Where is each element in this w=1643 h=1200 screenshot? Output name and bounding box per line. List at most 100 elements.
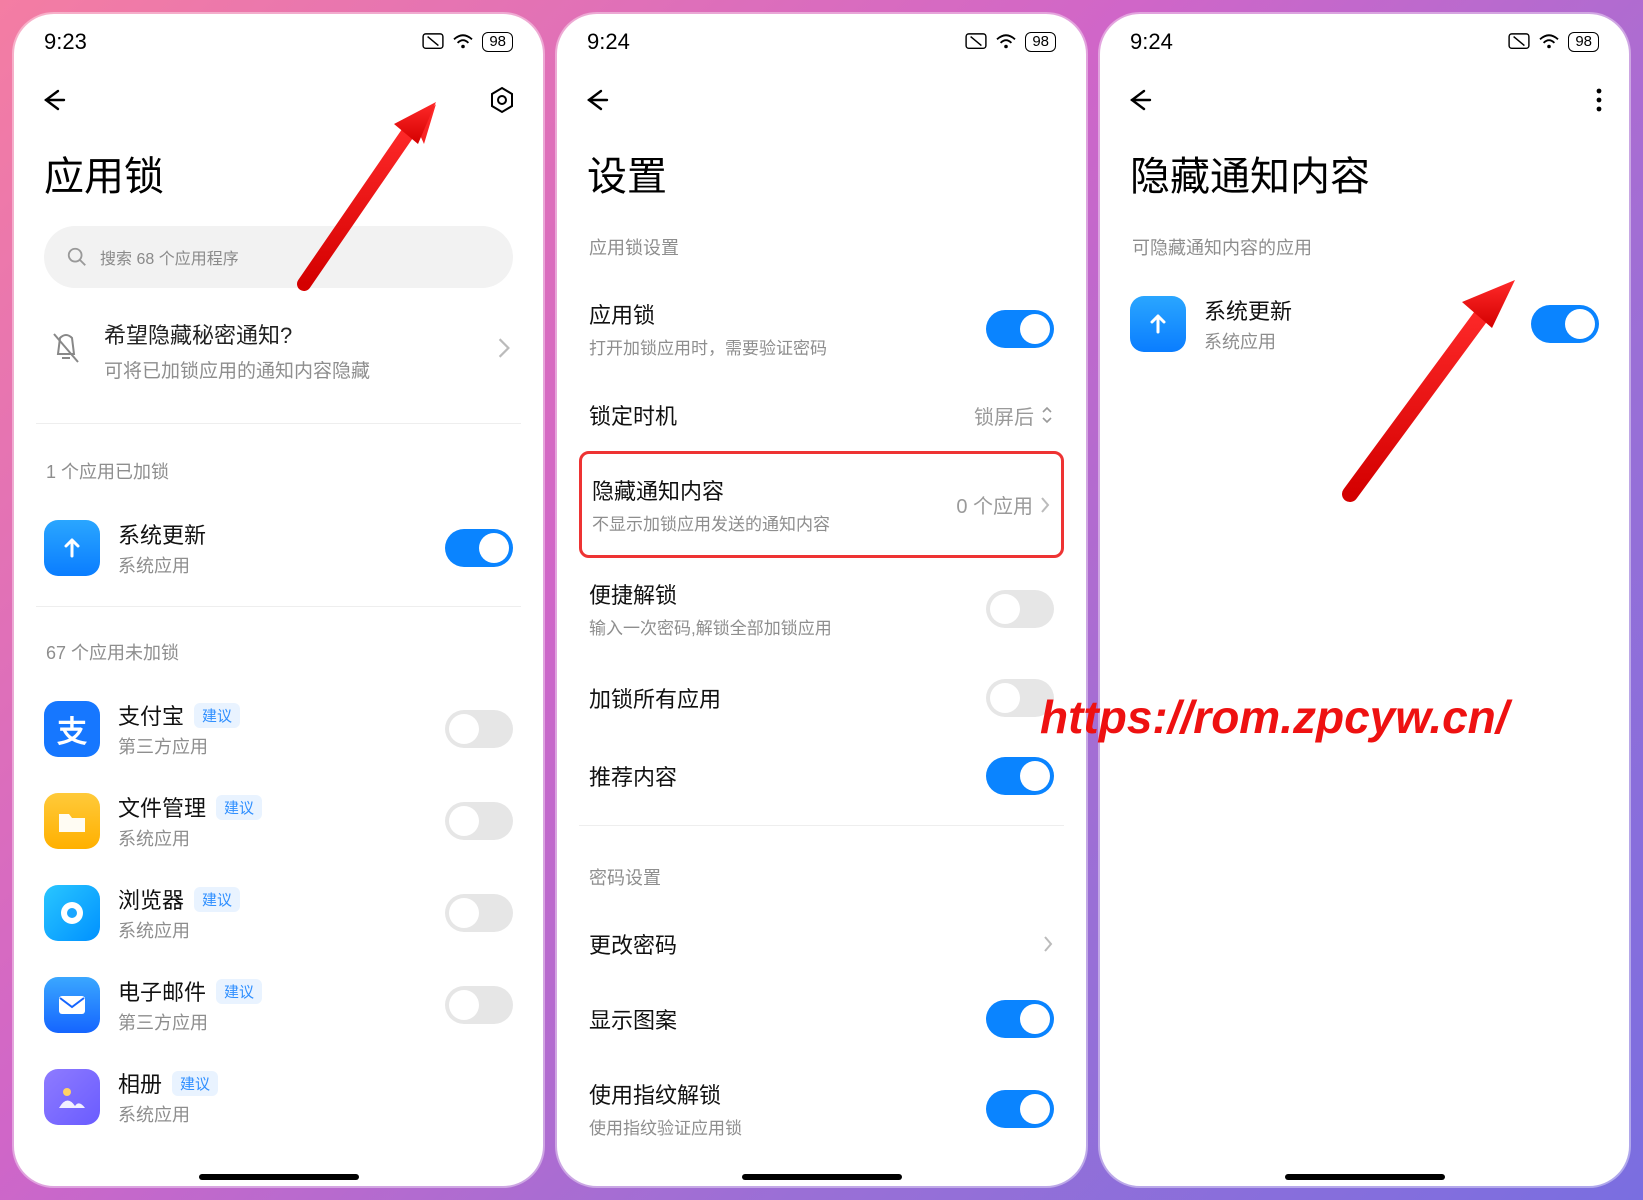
setting-changepwd[interactable]: 更改密码 [579, 908, 1064, 980]
setting-hide-care[interactable]: 隐藏通知内容 不显示加锁应用发送的通知内容 0 个应用 [582, 454, 1061, 555]
back-button[interactable] [1126, 88, 1154, 112]
setting-recommend[interactable]: 推荐内容 [579, 737, 1064, 826]
app-name: 系统更新 [1204, 294, 1292, 326]
app-icon-browser [44, 885, 100, 941]
setting-showpattern[interactable]: 显示图案 [579, 980, 1064, 1058]
no-sim-icon [422, 33, 444, 51]
app-name: 相册 [118, 1067, 162, 1099]
app-subtitle: 系统应用 [118, 1101, 513, 1127]
app-icon-files [44, 793, 100, 849]
password-settings-label: 密码设置 [579, 856, 1064, 908]
phone-screen-1: 9:23 98 应用锁 搜索 68 个应用程序 希望隐藏秘密通知? 可将已加锁应… [14, 14, 543, 1186]
suggest-badge: 建议 [194, 887, 240, 912]
toggle-mail[interactable] [445, 986, 513, 1024]
setting-quickunlock[interactable]: 便捷解锁 输入一次密码,解锁全部加锁应用 [579, 558, 1064, 659]
toggle-quickunlock[interactable] [986, 590, 1054, 628]
setting-title: 锁定时机 [589, 399, 960, 431]
setting-subtitle: 使用指纹验证应用锁 [589, 1114, 972, 1139]
toggle-files[interactable] [445, 802, 513, 840]
wifi-icon [995, 33, 1017, 51]
setting-subtitle: 打开加锁应用时，需要验证密码 [589, 334, 972, 359]
notice-title: 希望隐藏秘密通知? [104, 318, 479, 350]
status-icons: 98 [1508, 32, 1599, 52]
app-icon-system-update [44, 520, 100, 576]
toggle-system-update[interactable] [445, 529, 513, 567]
suggest-badge: 建议 [172, 1071, 218, 1096]
applock-settings-label: 应用锁设置 [579, 226, 1064, 278]
setting-title: 应用锁 [589, 298, 972, 330]
gear-icon[interactable] [487, 85, 517, 115]
setting-value: 0 个应用 [956, 490, 1051, 519]
page-title: 设置 [557, 130, 1086, 226]
chevron-right-icon [497, 337, 511, 364]
status-bar: 9:24 98 [1100, 14, 1629, 70]
back-button[interactable] [40, 88, 68, 112]
app-row-photos[interactable]: 相册建议 系统应用 [36, 1051, 521, 1143]
setting-applock[interactable]: 应用锁 打开加锁应用时，需要验证密码 [579, 278, 1064, 379]
more-icon[interactable] [1595, 87, 1603, 113]
gesture-bar [199, 1174, 359, 1180]
setting-title: 加锁所有应用 [589, 682, 972, 714]
app-subtitle: 系统应用 [118, 825, 427, 851]
suggest-badge: 建议 [194, 703, 240, 728]
toggle-lockall[interactable] [986, 679, 1054, 717]
setting-title: 隐藏通知内容 [592, 474, 942, 506]
phone-screen-2: 9:24 98 设置 应用锁设置 应用锁 打开加锁应用时，需要验证密码 锁定时机 [557, 14, 1086, 1186]
app-row-alipay[interactable]: 支 支付宝建议 第三方应用 [36, 683, 521, 775]
status-icons: 98 [422, 32, 513, 52]
app-row-browser[interactable]: 浏览器建议 系统应用 [36, 867, 521, 959]
search-icon [66, 246, 88, 268]
setting-lockall[interactable]: 加锁所有应用 [579, 659, 1064, 737]
app-subtitle: 第三方应用 [118, 733, 427, 759]
setting-title: 便捷解锁 [589, 578, 972, 610]
toggle-recommend[interactable] [986, 757, 1054, 795]
app-icon-system-update [1130, 296, 1186, 352]
wifi-icon [452, 33, 474, 51]
toggle-applock[interactable] [986, 310, 1054, 348]
app-row-mail[interactable]: 电子邮件建议 第三方应用 [36, 959, 521, 1051]
back-button[interactable] [583, 88, 611, 112]
setting-subtitle: 不显示加锁应用发送的通知内容 [592, 510, 942, 535]
no-sim-icon [1508, 33, 1530, 51]
page-title: 隐藏通知内容 [1100, 130, 1629, 226]
setting-value: 锁屏后 [974, 401, 1054, 430]
toggle-fingerprint[interactable] [986, 1090, 1054, 1128]
app-icon-mail [44, 977, 100, 1033]
app-icon-photos [44, 1069, 100, 1125]
hide-notification-card[interactable]: 希望隐藏秘密通知? 可将已加锁应用的通知内容隐藏 [36, 288, 521, 424]
setting-title: 使用指纹解锁 [589, 1078, 972, 1110]
battery-icon: 98 [1025, 32, 1056, 52]
app-row-system-update[interactable]: 系统更新 系统应用 [1122, 278, 1607, 370]
app-subtitle: 系统应用 [118, 917, 427, 943]
gesture-bar [742, 1174, 902, 1180]
top-bar [557, 70, 1086, 130]
chevron-right-icon [1042, 935, 1054, 953]
toggle-alipay[interactable] [445, 710, 513, 748]
app-name: 浏览器 [118, 883, 184, 915]
chevron-right-icon [1039, 496, 1051, 514]
clock: 9:24 [587, 29, 630, 55]
setting-subtitle: 输入一次密码,解锁全部加锁应用 [589, 614, 972, 639]
page-title: 应用锁 [14, 130, 543, 226]
toggle-browser[interactable] [445, 894, 513, 932]
gesture-bar [1285, 1174, 1445, 1180]
updown-icon [1040, 405, 1054, 425]
toggle-hide-system-update[interactable] [1531, 305, 1599, 343]
hideable-apps-label: 可隐藏通知内容的应用 [1122, 226, 1607, 278]
setting-title: 更改密码 [589, 928, 1028, 960]
notice-subtitle: 可将已加锁应用的通知内容隐藏 [104, 356, 479, 383]
app-name: 支付宝 [118, 699, 184, 731]
setting-fingerprint[interactable]: 使用指纹解锁 使用指纹验证应用锁 [579, 1058, 1064, 1159]
search-input[interactable]: 搜索 68 个应用程序 [44, 226, 513, 288]
app-row-system-update[interactable]: 系统更新 系统应用 [36, 502, 521, 607]
toggle-showpattern[interactable] [986, 1000, 1054, 1038]
app-name: 电子邮件 [118, 975, 206, 1007]
setting-locktime[interactable]: 锁定时机 锁屏后 [579, 379, 1064, 451]
clock: 9:23 [44, 29, 87, 55]
battery-icon: 98 [1568, 32, 1599, 52]
unlocked-section-label: 67 个应用未加锁 [36, 631, 521, 683]
app-name: 系统更新 [118, 518, 206, 550]
app-subtitle: 系统应用 [1204, 328, 1513, 354]
app-subtitle: 系统应用 [118, 552, 427, 578]
app-row-files[interactable]: 文件管理建议 系统应用 [36, 775, 521, 867]
